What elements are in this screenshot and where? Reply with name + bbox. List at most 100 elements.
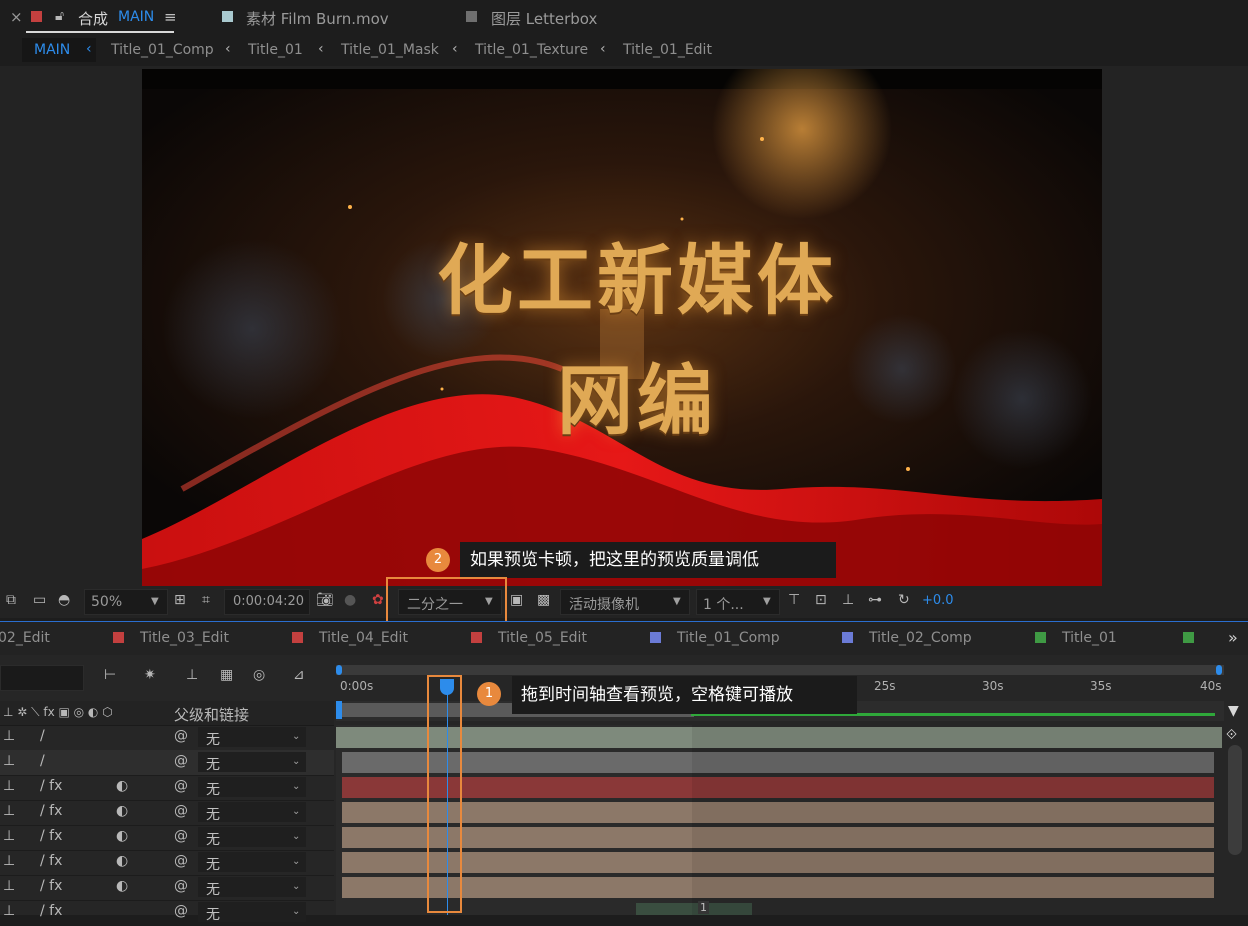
- pickwhip-icon[interactable]: @: [174, 728, 188, 744]
- pickwhip-icon[interactable]: @: [174, 753, 188, 769]
- transparency-grid-icon[interactable]: ▩: [537, 592, 550, 608]
- effects-fx-icon[interactable]: / fx: [40, 903, 62, 919]
- pickwhip-icon[interactable]: @: [174, 778, 188, 794]
- graph-editor-icon[interactable]: ⊿: [293, 667, 305, 683]
- timeline-tab-02-edit[interactable]: 02_Edit: [0, 630, 50, 646]
- toggle-pixel-aspect-icon[interactable]: ⊤: [788, 592, 800, 608]
- timeline-icon[interactable]: ⊥: [842, 592, 854, 608]
- pickwhip-icon[interactable]: @: [174, 803, 188, 819]
- shy-icon[interactable]: ⊥: [3, 778, 15, 794]
- shy-icon[interactable]: ⊥: [3, 728, 15, 744]
- breadcrumb-title-01-edit[interactable]: Title_01_Edit: [623, 42, 712, 58]
- more-tabs-icon[interactable]: »: [1228, 628, 1238, 647]
- layer-row[interactable]: ⊥ / fx ◐ @ 无 ⌄: [0, 875, 334, 901]
- quality-icon[interactable]: /: [40, 728, 45, 744]
- comp-marker-bin-icon[interactable]: ⟐: [1226, 727, 1237, 743]
- timeline-tab-title-02-comp[interactable]: Title_02_Comp: [869, 630, 972, 646]
- parent-dropdown[interactable]: 无 ⌄: [198, 902, 306, 923]
- navigator-end-handle[interactable]: [1216, 665, 1222, 675]
- timeline-navigator-end-icon[interactable]: ▼: [1228, 703, 1239, 719]
- layer-row[interactable]: ⊥ / @ 无 ⌄: [0, 725, 334, 751]
- layer-search-input[interactable]: [0, 665, 84, 691]
- effects-fx-icon[interactable]: / fx: [40, 803, 62, 819]
- pickwhip-icon[interactable]: @: [174, 828, 188, 844]
- adjustment-layer-icon[interactable]: ◐: [116, 878, 128, 894]
- breadcrumb-title-01-texture[interactable]: Title_01_Texture: [475, 42, 588, 58]
- pickwhip-icon[interactable]: @: [174, 878, 188, 894]
- monitor-icon[interactable]: ▭: [33, 592, 46, 608]
- snapshot-camera-icon[interactable]: 📷︎: [316, 592, 334, 608]
- show-snapshot-icon[interactable]: ●: [344, 592, 356, 608]
- reset-exposure-icon[interactable]: ↻: [898, 592, 910, 608]
- parent-dropdown[interactable]: 无 ⌄: [198, 827, 306, 848]
- adjustment-layer-icon[interactable]: ◐: [116, 803, 128, 819]
- tab-composition-prefix[interactable]: 合成: [78, 8, 108, 29]
- draft-3d-icon[interactable]: ✷: [144, 667, 156, 683]
- adjustment-layer-icon[interactable]: ◐: [116, 853, 128, 869]
- layer-row[interactable]: ⊥ / fx ◐ @ 无 ⌄: [0, 800, 334, 826]
- render-preview-icon[interactable]: ⊡: [815, 592, 827, 608]
- parent-dropdown[interactable]: 无 ⌄: [198, 852, 306, 873]
- view-layout-dropdown[interactable]: 1 个... ▼: [696, 589, 780, 615]
- fit-frame-icon[interactable]: ⊞: [174, 592, 186, 608]
- effects-fx-icon[interactable]: / fx: [40, 878, 62, 894]
- panel-menu-icon[interactable]: ≡: [164, 8, 177, 26]
- shy-icon[interactable]: ⊥: [3, 903, 15, 919]
- lock-icon[interactable]: 🔓︎: [55, 8, 64, 24]
- parent-dropdown[interactable]: 无 ⌄: [198, 752, 306, 773]
- channel-rgb-icon[interactable]: ✿: [372, 592, 384, 608]
- timeline-vertical-scrollbar[interactable]: [1228, 745, 1242, 855]
- layer-row[interactable]: ⊥ / fx ◐ @ 无 ⌄: [0, 850, 334, 876]
- layer-row[interactable]: ⊥ / fx @ 无 ⌄: [0, 900, 334, 926]
- tab-footage[interactable]: 素材 Film Burn.mov: [246, 8, 389, 29]
- shy-icon[interactable]: ⊥: [3, 803, 15, 819]
- shy-icon[interactable]: ⊥: [3, 828, 15, 844]
- breadcrumb-title-01[interactable]: Title_01: [248, 42, 303, 58]
- comp-flowchart-icon[interactable]: ⊢: [104, 667, 116, 683]
- layer-row[interactable]: ⊥ / fx ◐ @ 无 ⌄: [0, 825, 334, 851]
- camera-dropdown[interactable]: 活动摄像机 ▼: [560, 589, 690, 615]
- effects-fx-icon[interactable]: / fx: [40, 853, 62, 869]
- breadcrumb-title-01-comp[interactable]: Title_01_Comp: [111, 42, 214, 58]
- parent-dropdown[interactable]: 无 ⌄: [198, 802, 306, 823]
- timeline-tab-title-05-edit[interactable]: Title_05_Edit: [498, 630, 587, 646]
- effects-fx-icon[interactable]: / fx: [40, 778, 62, 794]
- frame-blending-icon[interactable]: ▦: [220, 667, 233, 683]
- adjustment-layer-icon[interactable]: ◐: [116, 828, 128, 844]
- parent-dropdown[interactable]: 无 ⌄: [198, 777, 306, 798]
- breadcrumb-main[interactable]: MAIN: [34, 42, 70, 58]
- preview-frame[interactable]: 化工新媒体 网编: [142, 69, 1102, 586]
- layer-row[interactable]: ⊥ / fx ◐ @ 无 ⌄: [0, 775, 334, 801]
- timeline-tab-title-01[interactable]: Title_01: [1062, 630, 1117, 646]
- mask-visibility-icon[interactable]: ◓: [58, 592, 70, 608]
- timeline-tab-title-03-edit[interactable]: Title_03_Edit: [140, 630, 229, 646]
- navigator-start-handle[interactable]: [336, 665, 342, 675]
- timeline-tab-title-04-edit[interactable]: Title_04_Edit: [319, 630, 408, 646]
- fast-preview-icon[interactable]: ▣: [510, 592, 523, 608]
- work-area-start-handle[interactable]: [336, 701, 342, 719]
- parent-dropdown[interactable]: 无 ⌄: [198, 877, 306, 898]
- shy-icon[interactable]: ⊥: [3, 853, 15, 869]
- zoom-dropdown[interactable]: 50% ▼: [84, 589, 168, 615]
- layer-row[interactable]: ⊥ / @ 无 ⌄: [0, 750, 334, 776]
- tab-layer[interactable]: 图层 Letterbox: [491, 8, 597, 29]
- region-of-interest-icon[interactable]: ⌗: [202, 592, 210, 608]
- exposure-value[interactable]: +0.0: [922, 593, 954, 608]
- adjustment-layer-icon[interactable]: ◐: [116, 778, 128, 794]
- effects-fx-icon[interactable]: / fx: [40, 828, 62, 844]
- parent-dropdown[interactable]: 无 ⌄: [198, 727, 306, 748]
- shy-icon[interactable]: ⊥: [3, 753, 15, 769]
- motion-blur-icon[interactable]: ◎: [253, 667, 265, 683]
- tab-composition-name[interactable]: MAIN: [118, 9, 154, 25]
- current-time-field[interactable]: 0:00:04:20: [224, 589, 310, 615]
- pickwhip-icon[interactable]: @: [174, 903, 188, 919]
- shy-icon[interactable]: ⊥: [3, 878, 15, 894]
- work-area-navigator[interactable]: [336, 665, 1224, 675]
- flowchart-icon[interactable]: ⊶: [868, 592, 882, 608]
- shy-layers-icon[interactable]: ⊥: [186, 667, 198, 683]
- breadcrumb-title-01-mask[interactable]: Title_01_Mask: [341, 42, 439, 58]
- close-tab-icon[interactable]: ×: [10, 8, 23, 26]
- timeline-tab-title-01-comp[interactable]: Title_01_Comp: [677, 630, 780, 646]
- always-preview-icon[interactable]: ⧉: [6, 592, 16, 608]
- pickwhip-icon[interactable]: @: [174, 853, 188, 869]
